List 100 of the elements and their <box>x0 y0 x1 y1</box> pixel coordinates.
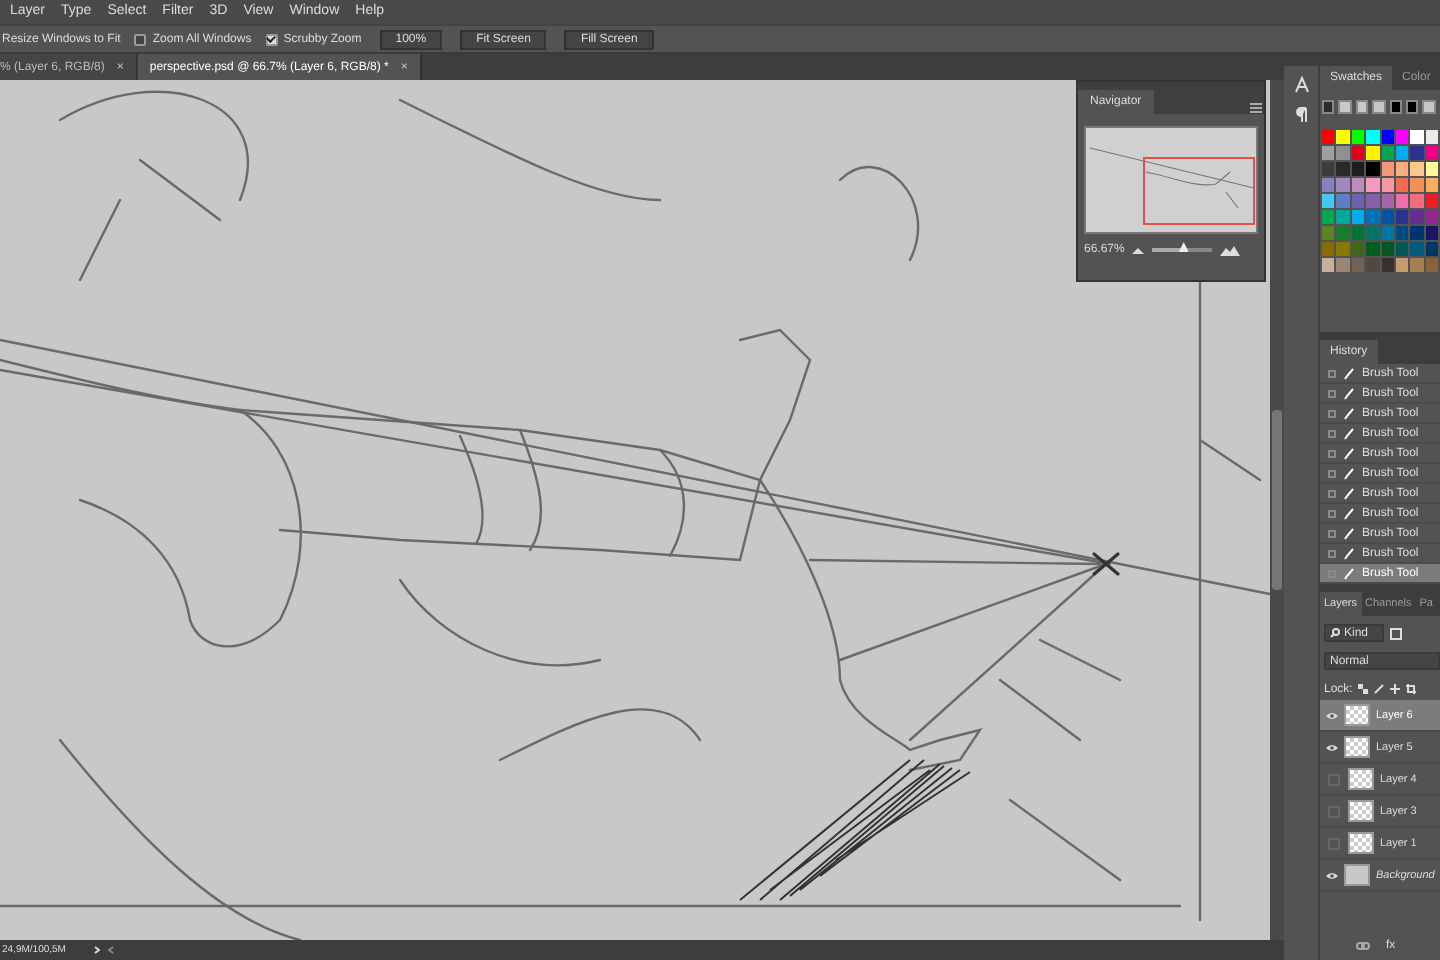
color-swatch[interactable] <box>1366 162 1380 176</box>
color-swatch[interactable] <box>1366 194 1380 208</box>
color-swatch[interactable] <box>1351 194 1365 208</box>
color-swatch[interactable] <box>1395 194 1409 208</box>
color-swatch[interactable] <box>1381 258 1394 272</box>
history-source-box[interactable] <box>1328 469 1336 477</box>
color-swatch[interactable] <box>1366 258 1380 272</box>
color-swatch[interactable] <box>1366 130 1380 144</box>
chevron-left-icon[interactable] <box>107 946 114 954</box>
color-swatch[interactable] <box>1425 178 1439 192</box>
color-swatch[interactable] <box>1336 178 1350 192</box>
color-swatch[interactable] <box>1322 146 1335 160</box>
color-swatch[interactable] <box>1422 100 1436 114</box>
color-swatch[interactable] <box>1366 226 1380 240</box>
color-swatch[interactable] <box>1381 178 1394 192</box>
color-swatch[interactable] <box>1351 226 1365 240</box>
color-swatch[interactable] <box>1381 162 1394 176</box>
color-swatch[interactable] <box>1355 100 1369 114</box>
link-icon[interactable] <box>1356 942 1370 950</box>
color-swatch[interactable] <box>1351 146 1365 160</box>
history-source-box[interactable] <box>1328 489 1336 497</box>
brush-icon[interactable] <box>1374 684 1385 694</box>
color-swatch[interactable] <box>1395 258 1409 272</box>
color-swatch[interactable] <box>1336 242 1350 256</box>
color-swatch[interactable] <box>1322 178 1335 192</box>
history-source-box[interactable] <box>1328 409 1336 417</box>
color-swatch[interactable] <box>1322 162 1335 176</box>
checkbox[interactable] <box>265 33 278 45</box>
color-swatch[interactable] <box>1322 130 1335 144</box>
eye-icon[interactable] <box>1326 743 1338 751</box>
history-source-box[interactable] <box>1328 389 1336 397</box>
color-swatch[interactable] <box>1336 226 1350 240</box>
color-swatch[interactable] <box>1366 242 1380 256</box>
color-swatch[interactable] <box>1366 178 1380 192</box>
color-swatch[interactable] <box>1425 226 1439 240</box>
color-swatch[interactable] <box>1425 258 1439 272</box>
color-swatch[interactable] <box>1381 210 1394 224</box>
color-swatch[interactable] <box>1410 162 1424 176</box>
chevron-right-icon[interactable] <box>93 946 100 954</box>
scrollbar-thumb[interactable] <box>1272 410 1282 590</box>
small-mountain-icon[interactable] <box>1132 246 1145 254</box>
color-swatch[interactable] <box>1410 146 1424 160</box>
color-swatch[interactable] <box>1338 100 1352 114</box>
color-swatch[interactable] <box>1425 162 1439 176</box>
vertical-scrollbar[interactable] <box>1270 80 1284 940</box>
checker-icon[interactable] <box>1358 684 1369 694</box>
color-swatch[interactable] <box>1351 210 1365 224</box>
color-swatch[interactable] <box>1351 162 1365 176</box>
color-swatch[interactable] <box>1351 178 1365 192</box>
color-swatch[interactable] <box>1395 242 1409 256</box>
checkbox[interactable] <box>134 33 147 45</box>
history-source-box[interactable] <box>1328 529 1336 537</box>
color-swatch[interactable] <box>1381 130 1394 144</box>
color-swatch[interactable] <box>1336 194 1350 208</box>
color-swatch[interactable] <box>1425 242 1439 256</box>
color-swatch[interactable] <box>1351 130 1365 144</box>
color-swatch[interactable] <box>1322 210 1335 224</box>
color-swatch[interactable] <box>1425 146 1439 160</box>
color-swatch[interactable] <box>1410 130 1424 144</box>
color-swatch[interactable] <box>1410 194 1424 208</box>
character-panel-icon[interactable] <box>1293 76 1309 94</box>
color-swatch[interactable] <box>1395 178 1409 192</box>
color-swatch[interactable] <box>1381 226 1394 240</box>
eye-icon[interactable] <box>1326 711 1338 719</box>
image-filter-icon[interactable] <box>1390 627 1402 639</box>
color-swatch[interactable] <box>1351 242 1365 256</box>
history-source-box[interactable] <box>1328 369 1336 377</box>
crop-icon[interactable] <box>1406 684 1417 694</box>
history-source-box[interactable] <box>1328 429 1336 437</box>
color-swatch[interactable] <box>1395 226 1409 240</box>
color-swatch[interactable] <box>1410 210 1424 224</box>
color-swatch[interactable] <box>1336 258 1350 272</box>
color-swatch[interactable] <box>1395 210 1409 224</box>
color-swatch[interactable] <box>1395 146 1409 160</box>
color-swatch[interactable] <box>1395 130 1409 144</box>
color-swatch[interactable] <box>1336 210 1350 224</box>
color-swatch[interactable] <box>1381 242 1394 256</box>
color-swatch[interactable] <box>1410 258 1424 272</box>
move-icon[interactable] <box>1390 684 1401 694</box>
color-swatch[interactable] <box>1351 258 1365 272</box>
history-source-box[interactable] <box>1328 509 1336 517</box>
panel-menu-icon[interactable] <box>1248 102 1264 114</box>
color-swatch[interactable] <box>1322 100 1335 114</box>
color-swatch[interactable] <box>1336 162 1350 176</box>
color-swatch[interactable] <box>1381 194 1394 208</box>
history-source-box[interactable] <box>1328 549 1336 557</box>
paragraph-panel-icon[interactable] <box>1295 106 1307 122</box>
color-swatch[interactable] <box>1322 242 1335 256</box>
color-swatch[interactable] <box>1405 100 1419 114</box>
color-swatch[interactable] <box>1322 258 1335 272</box>
color-swatch[interactable] <box>1425 130 1439 144</box>
color-swatch[interactable] <box>1425 210 1439 224</box>
color-swatch[interactable] <box>1336 130 1350 144</box>
zoom-slider-handle[interactable] <box>1178 242 1189 252</box>
color-swatch[interactable] <box>1410 242 1424 256</box>
color-swatch[interactable] <box>1395 162 1409 176</box>
color-swatch[interactable] <box>1366 210 1380 224</box>
color-swatch[interactable] <box>1372 100 1386 114</box>
color-swatch[interactable] <box>1410 226 1424 240</box>
color-swatch[interactable] <box>1410 178 1424 192</box>
